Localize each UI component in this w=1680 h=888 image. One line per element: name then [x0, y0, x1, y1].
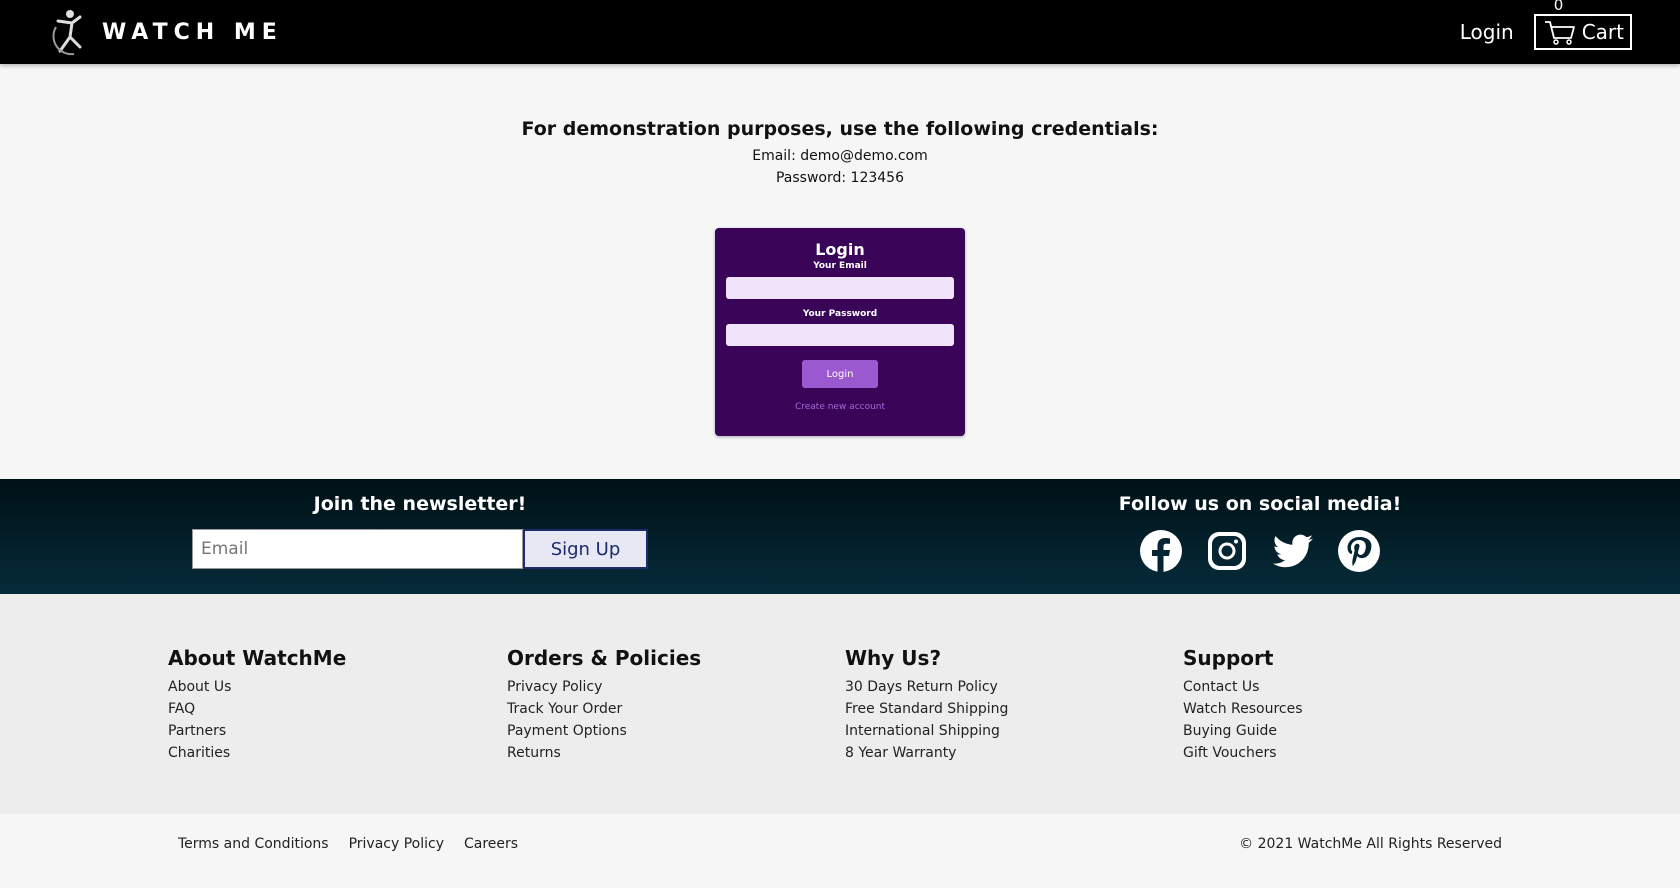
newsletter-band: Join the newsletter! Sign Up Follow us o…: [0, 479, 1680, 594]
footer-link-returns[interactable]: Returns: [507, 742, 701, 764]
pinterest-icon[interactable]: [1337, 529, 1381, 573]
top-navbar: WATCH ME Login 0 Cart: [0, 0, 1680, 64]
footer-link-partners[interactable]: Partners: [168, 720, 346, 742]
footer-link-track-order[interactable]: Track Your Order: [507, 698, 701, 720]
newsletter-title: Join the newsletter!: [313, 493, 527, 515]
legal-links: Terms and Conditions Privacy Policy Care…: [178, 836, 518, 852]
footer-links: About WatchMe About Us FAQ Partners Char…: [0, 594, 1680, 814]
instagram-icon[interactable]: [1205, 529, 1249, 573]
logo-icon: [52, 10, 82, 56]
password-label: Your Password: [802, 308, 878, 319]
password-field[interactable]: [726, 324, 954, 346]
footer-column-support: Support Contact Us Watch Resources Buyin…: [1183, 646, 1303, 764]
footer-link-free-shipping[interactable]: Free Standard Shipping: [845, 698, 1008, 720]
footer-column-about: About WatchMe About Us FAQ Partners Char…: [168, 646, 346, 764]
footer-link-about-us[interactable]: About Us: [168, 676, 346, 698]
legal-link-careers[interactable]: Careers: [464, 836, 518, 852]
demo-title: For demonstration purposes, use the foll…: [521, 118, 1159, 140]
nav-right: Login 0 Cart: [1460, 0, 1632, 50]
footer-link-watch-resources[interactable]: Watch Resources: [1183, 698, 1303, 720]
twitter-icon[interactable]: [1271, 529, 1315, 573]
footer-column-why-us: Why Us? 30 Days Return Policy Free Stand…: [845, 646, 1008, 764]
social-links: [840, 529, 1680, 573]
footer-link-warranty[interactable]: 8 Year Warranty: [845, 742, 1008, 764]
newsletter-email-input[interactable]: [192, 529, 523, 569]
create-account-link[interactable]: Create new account: [715, 402, 965, 412]
brand-link[interactable]: WATCH ME: [50, 7, 283, 57]
login-card-title: Login: [815, 240, 865, 259]
cart-label: Cart: [1581, 20, 1624, 44]
footer-link-contact-us[interactable]: Contact Us: [1183, 676, 1303, 698]
bottom-bar: Terms and Conditions Privacy Policy Care…: [0, 814, 1680, 888]
legal-link-privacy[interactable]: Privacy Policy: [349, 836, 444, 852]
social-section: Follow us on social media!: [840, 479, 1680, 594]
footer-link-buying-guide[interactable]: Buying Guide: [1183, 720, 1303, 742]
email-field[interactable]: [726, 276, 954, 299]
social-title: Follow us on social media!: [1118, 493, 1402, 515]
footer-link-gift-vouchers[interactable]: Gift Vouchers: [1183, 742, 1303, 764]
footer-link-payment-options[interactable]: Payment Options: [507, 720, 701, 742]
facebook-icon[interactable]: [1139, 529, 1183, 573]
footer-column-title: Why Us?: [845, 646, 942, 670]
demo-credentials: For demonstration purposes, use the foll…: [0, 64, 1680, 186]
legal-link-terms[interactable]: Terms and Conditions: [178, 836, 329, 852]
footer-column-title: About WatchMe: [168, 646, 347, 670]
newsletter-section: Join the newsletter! Sign Up: [0, 479, 840, 594]
footer-link-charities[interactable]: Charities: [168, 742, 346, 764]
brand-name: WATCH ME: [102, 19, 283, 45]
footer-link-privacy-policy[interactable]: Privacy Policy: [507, 676, 701, 698]
cart-button[interactable]: 0 Cart: [1533, 0, 1632, 50]
header-login-link[interactable]: Login: [1460, 20, 1514, 44]
footer-column-title: Orders & Policies: [507, 646, 702, 670]
footer-link-return-policy[interactable]: 30 Days Return Policy: [845, 676, 1008, 698]
newsletter-form: Sign Up: [0, 529, 840, 569]
cart-count: 0: [1553, 0, 1564, 14]
email-label: Your Email: [813, 261, 867, 271]
cart-icon: [1544, 21, 1575, 45]
footer-column-orders: Orders & Policies Privacy Policy Track Y…: [507, 646, 701, 764]
demo-password: Password: 123456: [775, 170, 904, 186]
footer-column-title: Support: [1183, 646, 1274, 670]
login-card: Login Your Email Your Password Login Cre…: [715, 228, 965, 436]
footer-link-faq[interactable]: FAQ: [168, 698, 346, 720]
footer-link-international-shipping[interactable]: International Shipping: [845, 720, 1008, 742]
signup-button[interactable]: Sign Up: [523, 529, 648, 569]
copyright: © 2021 WatchMe All Rights Reserved: [1239, 836, 1502, 852]
login-button[interactable]: Login: [802, 360, 878, 388]
demo-email: Email: demo@demo.com: [752, 148, 928, 164]
